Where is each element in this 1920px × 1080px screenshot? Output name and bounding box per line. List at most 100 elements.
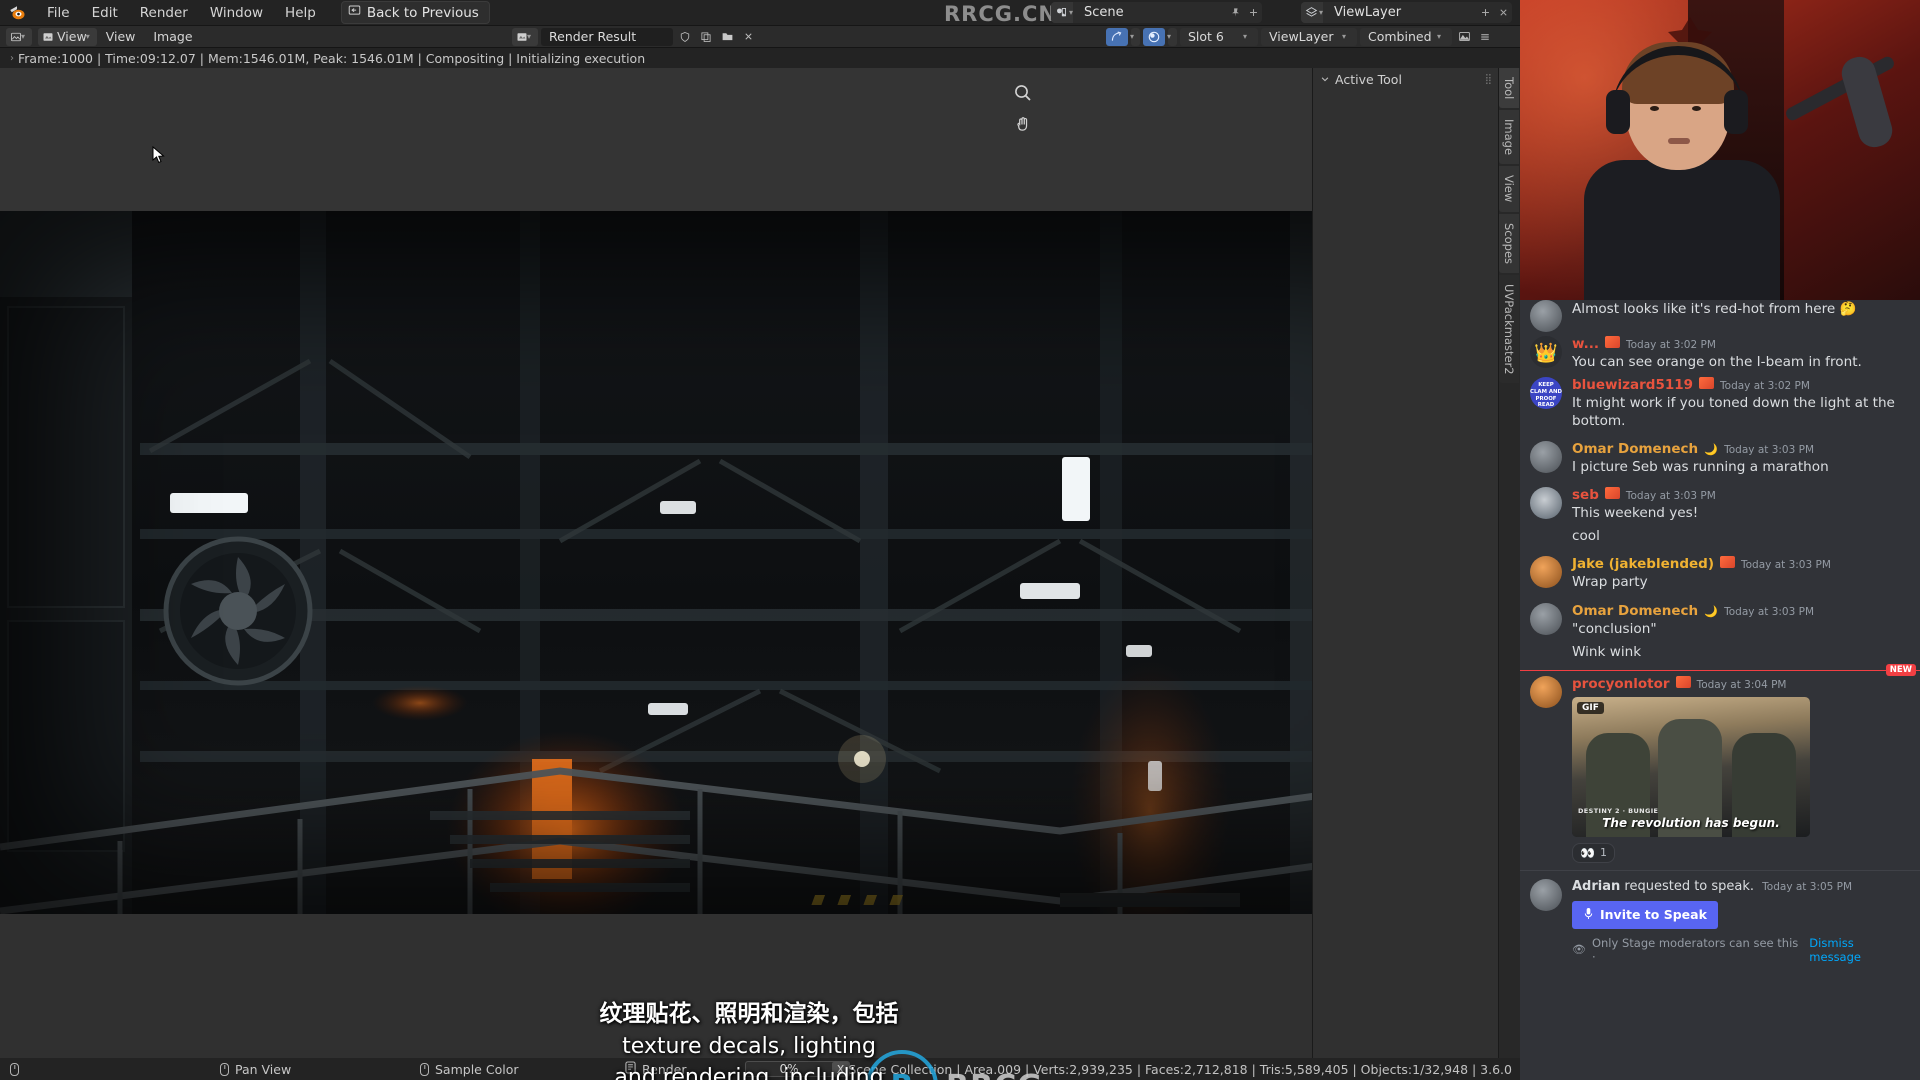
stage-request-system-message: Adrian requested to speak. Today at 3:05… <box>1520 869 1920 970</box>
avatar[interactable] <box>1530 300 1562 332</box>
headphone-cup-left <box>1606 90 1630 134</box>
overlays-chevron[interactable]: ▾ <box>1167 27 1177 46</box>
chat-message: 👑 w... Today at 3:02 PM You can see oran… <box>1520 333 1920 374</box>
person-body <box>1584 160 1780 300</box>
render-pass-selector[interactable]: Combined ▾ <box>1360 27 1452 46</box>
avatar[interactable]: KEEP CLAM AND PROOF READ <box>1530 377 1562 410</box>
editor-menu-icon[interactable] <box>1476 28 1494 46</box>
avatar[interactable] <box>1530 878 1562 911</box>
scene-selector[interactable]: ▾ Scene <box>1050 2 1262 23</box>
image-datablock-chevron-icon: ▾ <box>527 32 532 41</box>
subtitle-english-1: texture decals, lighting <box>622 1033 876 1059</box>
view-mode-selector[interactable]: View ▾ <box>38 27 97 46</box>
render-layer-selector[interactable]: ViewLayer ▾ <box>1261 27 1357 46</box>
image-name-field[interactable]: Render Result <box>541 27 674 46</box>
request-username[interactable]: Adrian <box>1572 879 1620 894</box>
message-username[interactable]: seb <box>1572 487 1599 503</box>
system-footer-text: Only Stage moderators can see this · <box>1591 935 1799 964</box>
zoom-magnifier-icon[interactable] <box>1012 82 1034 104</box>
moderator-badge-icon: 🌙 <box>1704 604 1718 618</box>
message-username[interactable]: w... <box>1572 336 1599 352</box>
avatar[interactable] <box>1530 675 1562 708</box>
scene-chevron-icon[interactable]: ▾ <box>1069 8 1073 17</box>
pan-hand-icon[interactable] <box>1012 112 1034 134</box>
sidebar-tab-uvpackmaster2[interactable]: UVPackmaster2 <box>1499 274 1519 384</box>
active-tool-panel-label: Active Tool <box>1335 71 1402 87</box>
webcam-feed <box>1520 0 1920 300</box>
menu-file[interactable]: File <box>36 3 81 23</box>
image-editor-canvas[interactable]: 纹理贴花、照明和渲染，包括 texture decals, lighting a… <box>0 68 1520 1080</box>
discord-chat-panel[interactable]: Almost looks like it's red-hot from here… <box>1520 300 1920 1080</box>
chat-message: Omar Domenech 🌙 Today at 3:03 PM "conclu… <box>1520 600 1920 664</box>
menu-render[interactable]: Render <box>129 3 199 23</box>
subtitle-overlay: 纹理贴花、照明和渲染，包括 texture decals, lighting a… <box>0 998 1498 1080</box>
active-tool-panel-header[interactable]: Active Tool ⣿ <box>1313 68 1498 90</box>
viewlayer-name[interactable]: ViewLayer <box>1326 5 1476 20</box>
pass-chevron-icon: ▾ <box>1436 32 1441 41</box>
image-editor-menu-view[interactable]: View <box>97 29 145 44</box>
message-text: Wrap party <box>1572 574 1648 591</box>
avatar[interactable]: 👑 <box>1530 336 1562 368</box>
sidebar-tab-image[interactable]: Image <box>1499 110 1519 165</box>
avatar[interactable] <box>1530 487 1562 520</box>
viewlayer-selector[interactable]: ▾ ViewLayer <box>1300 2 1512 23</box>
render-result-image <box>0 211 1498 914</box>
gif-attachment[interactable]: GIF DESTINY 2 · BUNGIE The revolution ha… <box>1572 696 1810 837</box>
overlays-toggle[interactable] <box>1142 27 1165 46</box>
right-column: Almost looks like it's red-hot from here… <box>1520 0 1920 1080</box>
message-username[interactable]: bluewizard5119 <box>1572 377 1693 393</box>
avatar[interactable] <box>1530 556 1562 589</box>
image-datablock-selector[interactable]: ▾ <box>512 27 539 46</box>
sidebar-tab-scopes[interactable]: Scopes <box>1499 213 1519 273</box>
sidebar-tab-tool[interactable]: Tool <box>1499 68 1519 109</box>
gizmo-toggle[interactable] <box>1105 27 1128 46</box>
headphone-cup-right <box>1724 90 1748 134</box>
menu-edit[interactable]: Edit <box>81 3 129 23</box>
editor-type-selector[interactable]: ▾ <box>6 27 33 46</box>
message-timestamp: Today at 3:02 PM <box>1720 380 1810 393</box>
new-viewlayer-icon[interactable] <box>1476 4 1494 22</box>
scene-name[interactable]: Scene <box>1076 5 1226 20</box>
server-boost-badge-icon <box>1699 377 1715 390</box>
request-action-text: requested to speak. <box>1620 878 1755 894</box>
avatar[interactable] <box>1530 441 1562 474</box>
unlink-x-icon[interactable] <box>739 28 757 46</box>
menu-window[interactable]: Window <box>199 3 274 23</box>
message-text: I picture Seb was running a marathon <box>1572 459 1829 476</box>
back-to-previous-button[interactable]: Back to Previous <box>340 1 490 24</box>
sidebar-tab-view[interactable]: View <box>1499 166 1519 212</box>
chevron-down-icon[interactable] <box>1320 72 1330 87</box>
message-reaction[interactable]: 👀 1 <box>1572 842 1615 863</box>
dismiss-message-link[interactable]: Dismiss message <box>1809 936 1908 964</box>
new-messages-divider: NEW <box>1520 663 1920 676</box>
report-text: Frame:1000 | Time:09:12.07 | Mem:1546.01… <box>18 50 646 66</box>
view-mode-chevron-icon: ▾ <box>85 32 90 41</box>
report-status-line: › Frame:1000 | Time:09:12.07 | Mem:1546.… <box>0 47 1520 68</box>
gizmo-chevron[interactable]: ▾ <box>1130 27 1140 46</box>
open-folder-icon[interactable] <box>718 28 736 46</box>
message-username[interactable]: procyonlotor <box>1572 676 1670 692</box>
invite-to-speak-button[interactable]: Invite to Speak <box>1572 900 1718 929</box>
display-channels-icon[interactable] <box>1455 28 1473 46</box>
grip-dots-icon[interactable]: ⣿ <box>1485 74 1492 85</box>
menu-help[interactable]: Help <box>274 3 327 23</box>
report-caret-icon[interactable]: › <box>10 53 14 64</box>
message-username[interactable]: Jake (jakeblended) <box>1572 556 1714 572</box>
fake-user-icon[interactable] <box>676 28 694 46</box>
render-slot-label: Slot 6 <box>1188 29 1224 44</box>
avatar[interactable] <box>1530 602 1562 635</box>
pin-icon[interactable] <box>1226 4 1244 22</box>
new-scene-icon[interactable] <box>1244 4 1262 22</box>
message-username[interactable]: Omar Domenech <box>1572 603 1698 619</box>
back-to-previous-label: Back to Previous <box>366 4 479 21</box>
reaction-emoji-icon: 👀 <box>1580 845 1595 860</box>
gif-badge: GIF <box>1577 701 1604 714</box>
streamer-person <box>1578 42 1788 300</box>
message-username[interactable]: Omar Domenech <box>1572 441 1698 457</box>
canvas-empty-area <box>0 68 1498 211</box>
image-editor-menu-image[interactable]: Image <box>144 29 201 44</box>
duplicate-icon[interactable] <box>697 28 715 46</box>
render-slot-selector[interactable]: Slot 6 ▾ <box>1180 27 1258 46</box>
remove-viewlayer-icon[interactable] <box>1494 4 1512 22</box>
viewlayer-chevron-icon[interactable]: ▾ <box>1319 8 1323 17</box>
